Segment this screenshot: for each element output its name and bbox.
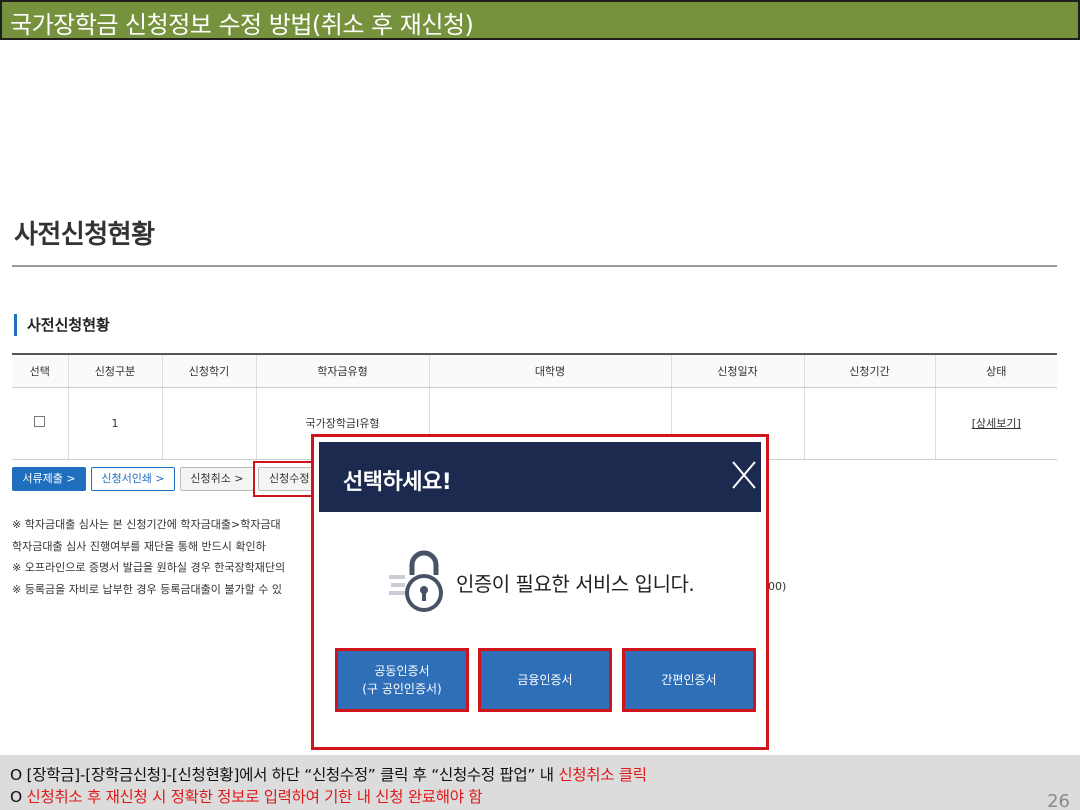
modal-title: 선택하세요! bbox=[343, 464, 451, 496]
instruction-footer: O [장학금]-[장학금신청]-[신청현황]에서 하단 “신청수정” 클릭 후 … bbox=[0, 755, 1080, 810]
col-header-semester: 신청학기 bbox=[162, 354, 256, 387]
slide-title-bar: 국가장학금 신청정보 수정 방법(취소 후 재신청) bbox=[0, 0, 1080, 40]
instruction-line-2-highlight: 신청취소 후 재신청 시 정확한 정보로 입력하여 기한 내 신청 완료해야 함 bbox=[27, 788, 483, 806]
apply-period-cell bbox=[804, 387, 935, 459]
heading-divider bbox=[12, 265, 1057, 267]
instruction-line-1-highlight: 신청취소 클릭 bbox=[558, 766, 646, 784]
simple-certificate-button[interactable]: 간편인증서 bbox=[622, 648, 756, 712]
page-number: 26 bbox=[1047, 791, 1070, 810]
apply-type-cell: 1 bbox=[68, 387, 162, 459]
notice-list: ※ 학자금대출 심사는 본 신청기간에 학자금대출>학자금대 학자금대출 심사 … bbox=[12, 514, 312, 600]
section-title: 사전신청현황 bbox=[14, 314, 110, 336]
modal-message: 인증이 필요한 서비스 입니다. bbox=[456, 568, 694, 597]
col-header-status: 상태 bbox=[935, 354, 1057, 387]
cancel-application-button[interactable]: 신청취소 > bbox=[180, 467, 254, 491]
financial-certificate-button[interactable]: 금융인증서 bbox=[478, 648, 612, 712]
page-heading: 사전신청현황 bbox=[14, 214, 155, 251]
col-header-university: 대학명 bbox=[429, 354, 671, 387]
status-cell: [상세보기] bbox=[935, 387, 1057, 459]
col-header-apply-date: 신청일자 bbox=[671, 354, 804, 387]
close-icon[interactable] bbox=[731, 460, 757, 490]
cert-button-label: 금융인증서 bbox=[517, 671, 572, 689]
col-header-scholarship-type: 학자금유형 bbox=[256, 354, 429, 387]
cert-button-label: 공동인증서 bbox=[374, 662, 429, 680]
cert-button-label: 간편인증서 bbox=[661, 671, 716, 689]
modal-header: 선택하세요! bbox=[319, 442, 761, 512]
instruction-line-2-text: O bbox=[10, 788, 27, 806]
auth-modal: 선택하세요! 인증이 필요한 서비스 입니다. 공동인증서 (구 공인인증서) bbox=[311, 434, 769, 750]
notice-trailing-text: 00) bbox=[768, 580, 786, 593]
table-header-row: 선택 신청구분 신청학기 학자금유형 대학명 신청일자 신청기간 상태 bbox=[12, 354, 1057, 387]
col-header-select: 선택 bbox=[12, 354, 68, 387]
detail-view-link[interactable]: [상세보기] bbox=[972, 417, 1021, 430]
semester-cell bbox=[162, 387, 256, 459]
slide-title: 국가장학금 신청정보 수정 방법(취소 후 재신청) bbox=[10, 5, 473, 40]
instruction-line-1-text: O [장학금]-[장학금신청]-[신청현황]에서 하단 “신청수정” 클릭 후 … bbox=[10, 766, 558, 784]
col-header-apply-type: 신청구분 bbox=[68, 354, 162, 387]
print-application-button[interactable]: 신청서인쇄 > bbox=[91, 467, 175, 491]
modal-body: 인증이 필요한 서비스 입니다. 공동인증서 (구 공인인증서) 금융인증서 간… bbox=[319, 512, 761, 744]
col-header-apply-period: 신청기간 bbox=[804, 354, 935, 387]
select-cell bbox=[12, 387, 68, 459]
notice-item: ※ 오프라인으로 증명서 발급을 원하실 경우 한국장학재단의 bbox=[12, 557, 312, 579]
row-checkbox[interactable] bbox=[34, 416, 45, 427]
instruction-line-2: O 신청취소 후 재신청 시 정확한 정보로 입력하여 기한 내 신청 완료해야… bbox=[10, 785, 482, 807]
lock-icon bbox=[389, 545, 449, 615]
notice-item: 학자금대출 심사 진행여부를 재단을 통해 반드시 확인하 bbox=[12, 536, 312, 558]
joint-certificate-button[interactable]: 공동인증서 (구 공인인증서) bbox=[335, 648, 469, 712]
cert-button-sublabel: (구 공인인증서) bbox=[362, 680, 441, 698]
notice-item: ※ 등록금을 자비로 납부한 경우 등록금대출이 불가할 수 있 bbox=[12, 579, 312, 601]
instruction-line-1: O [장학금]-[장학금신청]-[신청현황]에서 하단 “신청수정” 클릭 후 … bbox=[10, 763, 647, 785]
submit-documents-button[interactable]: 서류제출 > bbox=[12, 467, 86, 491]
notice-item: ※ 학자금대출 심사는 본 신청기간에 학자금대출>학자금대 bbox=[12, 514, 312, 536]
